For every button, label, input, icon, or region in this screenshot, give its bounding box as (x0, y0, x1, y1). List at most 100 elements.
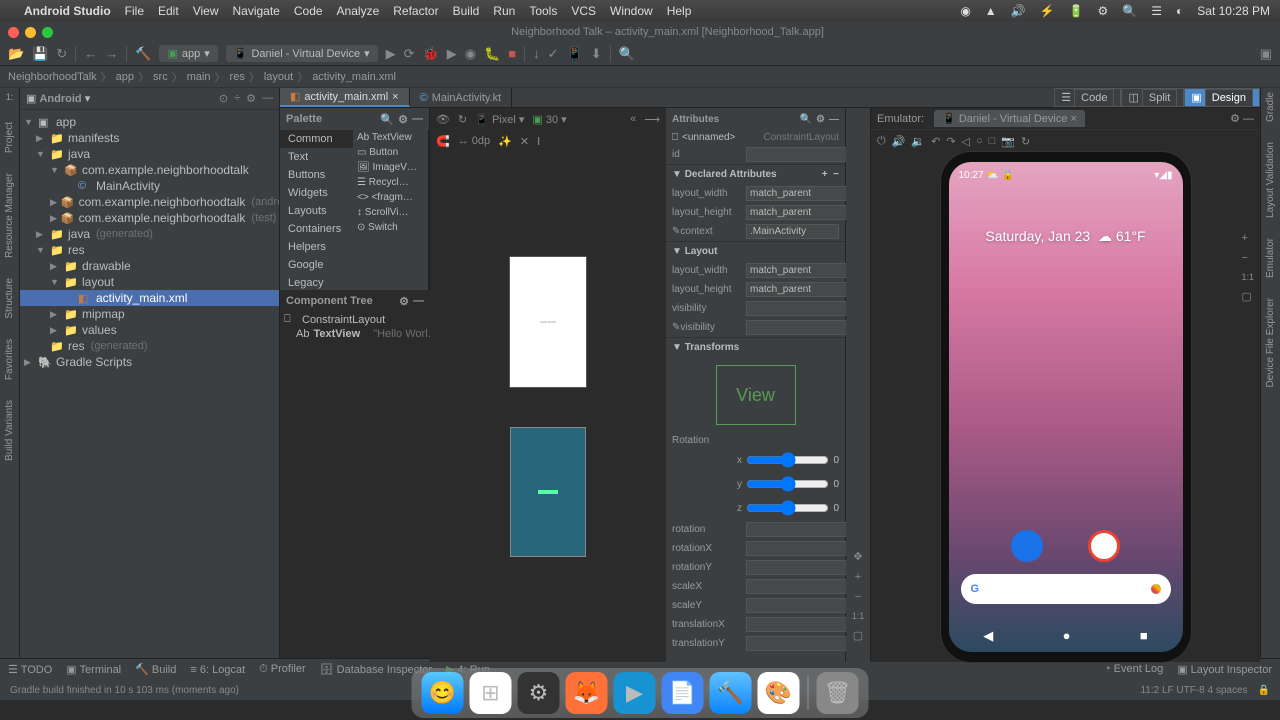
palette-gear-icon[interactable]: ⚙ (398, 113, 408, 126)
emu-zoom-out[interactable]: − (1241, 252, 1254, 264)
tree-pkg-androidtest[interactable]: ▶📦com.example.neighborhoodtalk(androidTe… (20, 194, 279, 210)
palette-cat-common[interactable]: Common (280, 130, 353, 148)
emu-home-icon[interactable]: ○ (976, 135, 983, 148)
record-icon[interactable]: ◉ (960, 4, 970, 18)
tab-structure[interactable]: Structure (4, 278, 15, 319)
mode-split[interactable]: ◫ Split (1121, 88, 1184, 107)
dock-finder[interactable]: 😊 (422, 672, 464, 714)
battery-icon[interactable]: 🔋 (1069, 4, 1084, 18)
tab-project[interactable]: Project (4, 122, 15, 153)
tree-java-generated[interactable]: ▶📁java(generated) (20, 226, 279, 242)
open-icon[interactable]: 📂 (8, 46, 24, 62)
widget-textview[interactable]: Ab TextView (353, 130, 428, 145)
avd-icon[interactable]: 📱 (567, 46, 583, 62)
menu-run[interactable]: Run (493, 4, 515, 18)
api-picker[interactable]: ▣ 30 ▾ (532, 113, 566, 126)
tree-gradle-scripts[interactable]: ▶🐘Gradle Scripts (20, 354, 279, 370)
blueprint-preview[interactable] (510, 427, 586, 557)
emulator-device-tab[interactable]: 📱 Daniel - Virtual Device × (934, 110, 1085, 127)
tab-gradle[interactable]: Gradle (1265, 92, 1276, 122)
dock-xcode[interactable]: 🔨 (710, 672, 752, 714)
emu-rotate-left-icon[interactable]: ↶ (931, 135, 940, 148)
wifi-icon[interactable]: ⚙ (1098, 4, 1109, 18)
emu-nav-back[interactable]: ◀ (983, 628, 993, 644)
bluetooth-icon[interactable]: ⚡ (1040, 4, 1055, 18)
window-close-button[interactable] (8, 27, 19, 38)
orientation-icon[interactable]: ↻ (458, 113, 467, 126)
comptree-hide-icon[interactable]: — (413, 295, 424, 308)
tree-manifests[interactable]: ▶📁manifests (20, 130, 279, 146)
slider-z[interactable] (746, 498, 829, 518)
emu-vol-up-icon[interactable]: 🔊 (892, 135, 906, 148)
slider-x[interactable] (746, 450, 829, 470)
tab-device-file-explorer[interactable]: Device File Explorer (1265, 298, 1276, 387)
emulator-screen[interactable]: 10:27 ⛅ 🔒 ▾◢▮ Saturday, Jan 23 ☁ 61°F G (949, 162, 1183, 652)
emu-reload-icon[interactable]: ↻ (1021, 135, 1030, 148)
tab-resource-manager[interactable]: Resource Manager (4, 173, 15, 258)
widget-fragment[interactable]: <> <fragm… (353, 190, 428, 205)
zoom-in-icon[interactable]: + (855, 571, 861, 583)
close-tab-icon[interactable]: × (392, 91, 398, 103)
eye-icon[interactable]: 👁 (436, 113, 450, 126)
tree-activity-main[interactable]: ◧activity_main.xml (20, 290, 279, 306)
comptree-root[interactable]: ⎕ConstraintLayout (280, 312, 430, 327)
tree-main-activity[interactable]: ©MainActivity (20, 178, 279, 194)
sync-icon[interactable]: ↻ (56, 46, 67, 62)
assistant-icon[interactable] (1151, 584, 1161, 594)
palette-search-icon[interactable]: 🔍 (380, 113, 394, 126)
debug-button[interactable]: 🐞 (423, 46, 439, 62)
widget-scrollview[interactable]: ↕ ScrollVi… (353, 205, 428, 220)
zoom-out-icon[interactable]: − (855, 591, 861, 603)
dock-app-generic[interactable]: 📄 (662, 672, 704, 714)
widget-button[interactable]: ▭ Button (353, 145, 428, 160)
dock-quicktime[interactable]: ▶ (614, 672, 656, 714)
emu-back-icon[interactable]: ◁ (962, 135, 970, 148)
palette-cat-helpers[interactable]: Helpers (280, 238, 353, 256)
section-layout[interactable]: ▼ Layout (666, 241, 845, 261)
emu-gear-icon[interactable]: ⚙ (1230, 112, 1240, 125)
sdk-icon[interactable]: ⬇ (591, 46, 602, 62)
zoom-square-icon[interactable]: ▢ (853, 629, 863, 642)
tab-event-log[interactable]: ◔ Event Log (1104, 663, 1163, 676)
lock-icon[interactable]: 🔒 (1258, 685, 1270, 696)
emu-hide-icon[interactable]: — (1243, 113, 1254, 125)
dock-launchpad[interactable]: ⊞ (470, 672, 512, 714)
design-preview[interactable]: Hello World (510, 257, 586, 387)
pan-icon[interactable]: ✥ (853, 550, 862, 563)
palette-hide-icon[interactable]: — (412, 113, 423, 126)
project-settings-icon[interactable]: ⊙ (219, 92, 228, 105)
menu-refactor[interactable]: Refactor (393, 4, 438, 18)
widget-imageview[interactable]: 🖼 ImageV… (353, 160, 428, 175)
run-button[interactable]: ▶ (386, 46, 396, 62)
profile-icon[interactable]: ◉ (465, 46, 476, 62)
tab-build-variants[interactable]: Build Variants (4, 400, 15, 461)
search-everywhere-icon[interactable]: 🔍 (619, 46, 635, 62)
menu-view[interactable]: View (193, 4, 219, 18)
widget-switch[interactable]: ⊙ Switch (353, 220, 428, 235)
crumb-project[interactable]: NeighborhoodTalk (8, 71, 97, 83)
crumb-src[interactable]: src (153, 71, 168, 83)
tree-mipmap[interactable]: ▶📁mipmap (20, 306, 279, 322)
run-config-app[interactable]: ▣app▾ (159, 45, 217, 62)
comptree-gear-icon[interactable]: ⚙ (399, 295, 409, 308)
siri-icon[interactable]: ◐ (1176, 4, 1183, 18)
menu-code[interactable]: Code (294, 4, 323, 18)
section-transforms[interactable]: ▼ Transforms (666, 337, 845, 357)
menu-file[interactable]: File (125, 4, 144, 18)
menu-vcs[interactable]: VCS (571, 4, 596, 18)
palette-cat-buttons[interactable]: Buttons (280, 166, 353, 184)
tree-pkg-main[interactable]: ▼📦com.example.neighborhoodtalk (20, 162, 279, 178)
emu-zoom-fit[interactable]: 1:1 (1241, 272, 1254, 282)
tab-layout-validation[interactable]: Layout Validation (1265, 142, 1276, 218)
emu-zoom-in[interactable]: + (1241, 232, 1254, 244)
nav-back-icon[interactable]: ← (84, 46, 97, 61)
palette-cat-layouts[interactable]: Layouts (280, 202, 353, 220)
emu-screenshot-icon[interactable]: 📷 (1001, 135, 1015, 148)
menubar-clock[interactable]: Sat 10:28 PM (1197, 4, 1270, 18)
tab-terminal[interactable]: ▣ Terminal (66, 663, 121, 676)
tab-main-activity-kt[interactable]: ©MainActivity.kt (410, 88, 513, 107)
tab-favorites[interactable]: Favorites (4, 339, 15, 380)
tab-activity-main[interactable]: ◧activity_main.xml× (280, 88, 410, 107)
slider-y[interactable] (746, 474, 829, 494)
zoom-fit-icon[interactable]: 1:1 (852, 611, 865, 621)
